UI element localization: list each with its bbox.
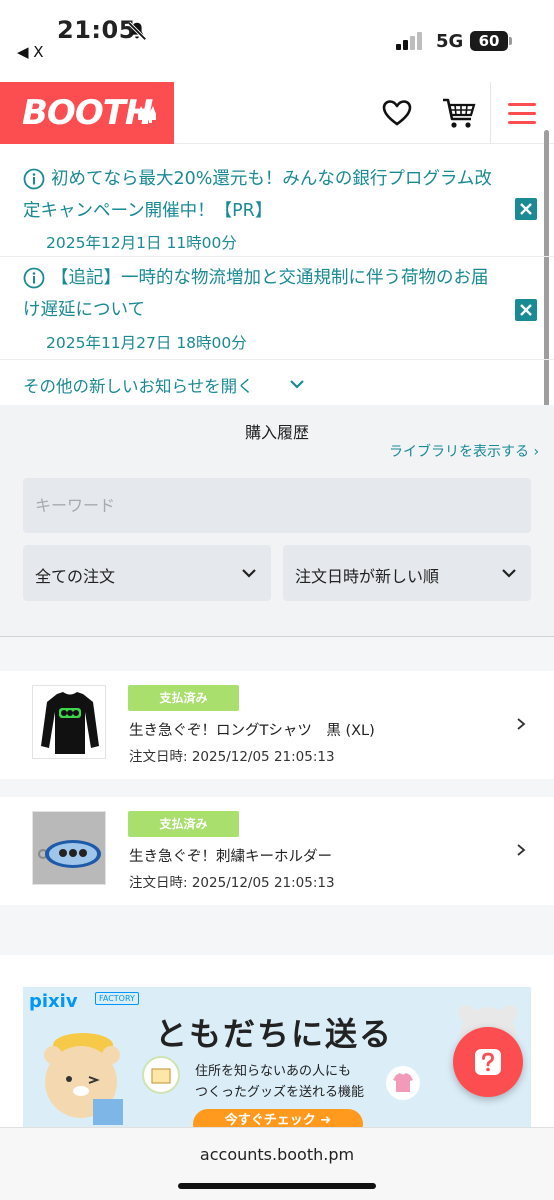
header-divider [490, 82, 491, 144]
order-title[interactable]: 生き急ぐぞ！刺繍キーホルダー [129, 845, 332, 866]
banner-subtitle: 住所を知らないあの人にも つくったグッズを送れる機能 [195, 1061, 364, 1103]
notice-item[interactable]: 初めてなら最大20%還元も！みんなの銀行プログラム改定キャンペーン開催中！【PR… [0, 145, 554, 257]
chevron-right-icon[interactable] [514, 843, 528, 857]
notice-item[interactable]: 【追記】一時的な物流増加と交通規制に伴う荷物のお届け遅延について 2025年11… [0, 257, 554, 360]
product-thumbnail [32, 685, 106, 759]
more-notices-link[interactable]: その他の新しいお知らせを開く [23, 373, 254, 397]
sort-order-select[interactable]: 注文日時が新しい順 [283, 545, 531, 601]
order-date: 注文日時: 2025/12/05 21:05:13 [129, 749, 335, 765]
product-thumbnail [32, 811, 106, 885]
sort-order-value: 注文日時が新しい順 [295, 567, 440, 586]
chevron-down-icon [242, 569, 256, 578]
banner-check-button[interactable]: 今すぐチェック ➜ [193, 1109, 363, 1127]
factory-tag: FACTORY [95, 992, 139, 1005]
paid-status-badge: 支払済み [128, 811, 239, 837]
help-button[interactable] [453, 1027, 523, 1097]
keyholder-image [33, 812, 105, 884]
order-filter-select[interactable]: 全ての注文 [23, 545, 271, 601]
back-to-app-link[interactable]: ◀ X [17, 43, 44, 61]
hamburger-menu-icon[interactable] [506, 101, 538, 127]
signal-icon [396, 32, 426, 50]
close-icon[interactable] [515, 198, 537, 220]
section-spacer [0, 637, 554, 671]
chevron-right-icon[interactable] [514, 717, 528, 731]
chevron-down-icon[interactable] [288, 375, 306, 393]
purchase-history-section: 購入履歴 ライブラリを表示する › 全ての注文 注文日時が新しい順 [0, 405, 554, 637]
notice-date: 2025年12月1日 11時00分 [46, 234, 237, 252]
order-separator [0, 779, 554, 797]
status-bar: 21:05 ◀ X 5G 60 [0, 0, 554, 80]
close-icon[interactable] [515, 299, 537, 321]
status-time: 21:05 [57, 16, 136, 44]
order-row[interactable]: 支払済み 生き急ぐぞ！刺繍キーホルダー 注文日時: 2025/12/05 21:… [0, 797, 554, 905]
notice-text[interactable]: 初めてなら最大20%還元も！みんなの銀行プログラム改定キャンペーン開催中！【PR… [23, 163, 493, 227]
logo-text: BOOTH [22, 93, 153, 133]
keyword-search-input[interactable] [23, 478, 531, 533]
url-text[interactable]: accounts.booth.pm [0, 1145, 554, 1164]
library-link[interactable]: ライブラリを表示する › [389, 441, 539, 461]
order-date: 注文日時: 2025/12/05 21:05:13 [129, 875, 335, 891]
gift-box-icon [142, 1056, 180, 1094]
longsleeve-shirt-image [33, 686, 105, 758]
browser-address-bar[interactable]: accounts.booth.pm [0, 1127, 554, 1200]
bear-illustration [44, 1033, 123, 1125]
chevron-down-icon [502, 569, 516, 578]
banner-line: つくったグッズを送れる機能 [195, 1085, 365, 1100]
site-header: BOOTH [0, 82, 554, 144]
banner-title: ともだちに送る [155, 1015, 394, 1053]
section-spacer [0, 905, 554, 955]
notice-text[interactable]: 【追記】一時的な物流増加と交通規制に伴う荷物のお届け遅延について [23, 262, 493, 326]
tshirt-icon [386, 1066, 420, 1100]
help-question-icon [475, 1049, 501, 1075]
pixiv-logo: pixiv [29, 991, 78, 1012]
mascot-icon [138, 106, 156, 123]
heart-icon[interactable] [381, 97, 413, 129]
home-indicator[interactable] [178, 1183, 376, 1189]
battery-icon: 60 [470, 31, 512, 51]
network-type: 5G [436, 31, 464, 52]
bell-muted-icon [127, 21, 147, 41]
order-title[interactable]: 生き急ぐぞ！ロングTシャツ 黒 (XL) [129, 719, 375, 740]
order-row[interactable]: 支払済み 生き急ぐぞ！ロングTシャツ 黒 (XL) 注文日時: 2025/12/… [0, 671, 554, 779]
booth-logo[interactable]: BOOTH [0, 82, 174, 144]
page-title: 購入履歴 [244, 423, 309, 442]
cart-icon[interactable] [441, 95, 477, 131]
banner-line: 住所を知らないあの人にも [195, 1064, 352, 1079]
notice-date: 2025年11月27日 18時00分 [46, 334, 247, 352]
order-filter-value: 全ての注文 [35, 567, 116, 586]
paid-status-badge: 支払済み [128, 685, 239, 711]
